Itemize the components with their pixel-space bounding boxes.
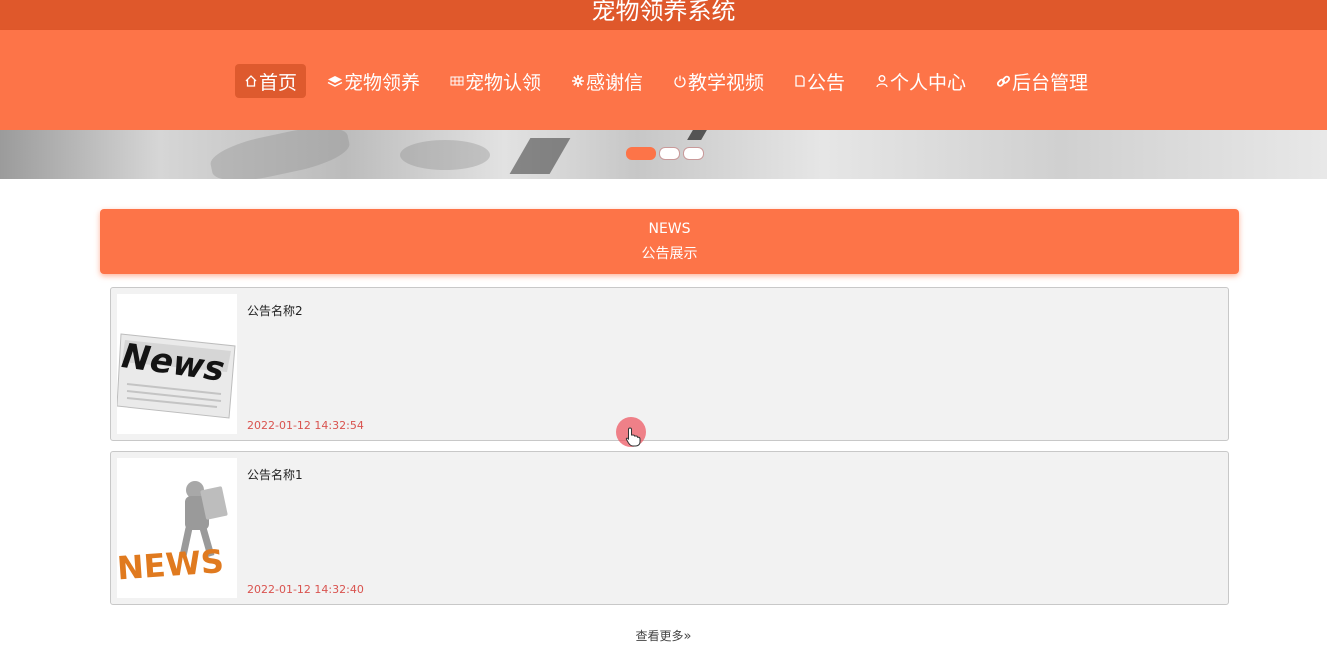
banner-image-part — [687, 130, 707, 140]
nav-label: 后台管理 — [1012, 71, 1089, 94]
nav-item-admin[interactable]: 后台管理 — [987, 64, 1097, 98]
nav-label: 感谢信 — [585, 71, 643, 94]
nav-label: 个人中心 — [890, 71, 967, 94]
carousel-dot-2[interactable] — [659, 147, 680, 160]
notice-item[interactable]: NEWS 公告名称1 2022-01-12 14:32:40 — [110, 451, 1229, 605]
news-heading-en: NEWS — [648, 221, 691, 237]
nav-item-profile[interactable]: 个人中心 — [866, 64, 975, 98]
nav-list: 首页 宠物领养 宠物认领 感谢信 教学视频 公告 个人中心 后台管理 — [0, 63, 1327, 99]
notice-time: 2022-01-12 14:32:54 — [247, 419, 364, 432]
nav-item-claim[interactable]: 宠物认领 — [441, 64, 550, 98]
news-figure-icon: NEWS — [117, 458, 237, 598]
title-bar: 宠物领养系统 — [0, 0, 1327, 30]
svg-text:NEWS: NEWS — [117, 542, 225, 587]
link-icon — [996, 74, 1011, 89]
banner-image-part — [400, 140, 490, 170]
file-icon — [794, 74, 806, 88]
notice-title: 公告名称1 — [247, 468, 303, 482]
notice-time: 2022-01-12 14:32:40 — [247, 583, 364, 596]
view-more-label: 查看更多 — [635, 629, 684, 643]
carousel-indicators — [626, 147, 707, 160]
nav-bar: 首页 宠物领养 宠物认领 感谢信 教学视频 公告 个人中心 后台管理 — [0, 30, 1327, 130]
nav-label: 公告 — [807, 71, 846, 94]
carousel-dot-1[interactable] — [626, 147, 656, 160]
power-icon — [673, 74, 687, 88]
banner-image-part — [207, 130, 353, 179]
nav-item-thanks[interactable]: 感谢信 — [562, 64, 652, 98]
nav-label: 教学视频 — [688, 71, 765, 94]
nav-label: 宠物认领 — [464, 71, 541, 94]
pointer-cursor-icon — [616, 417, 646, 447]
news-section-header: NEWS 公告展示 — [100, 209, 1239, 274]
grid-icon — [450, 75, 464, 87]
notice-item[interactable]: News 公告名称2 2022-01-12 14:32:54 — [110, 287, 1229, 441]
banner-carousel — [0, 130, 1327, 179]
user-icon — [875, 74, 889, 88]
nav-label: 首页 — [258, 71, 297, 94]
view-more-link[interactable]: 查看更多» — [0, 627, 1327, 644]
nav-label: 宠物领养 — [343, 71, 420, 94]
newspaper-icon: News — [117, 294, 237, 434]
notice-title: 公告名称2 — [247, 304, 303, 318]
news-heading-cn: 公告展示 — [641, 246, 698, 262]
banner-image-part — [509, 138, 571, 174]
gear-icon — [571, 74, 585, 88]
carousel-dot-3[interactable] — [683, 147, 704, 160]
app-title: 宠物领养系统 — [591, 0, 736, 25]
nav-item-notice[interactable]: 公告 — [785, 64, 854, 98]
double-chevron-right-icon: » — [683, 629, 692, 644]
layers-icon — [327, 74, 343, 88]
nav-item-home[interactable]: 首页 — [234, 64, 306, 98]
nav-item-adopt[interactable]: 宠物领养 — [318, 64, 429, 98]
nav-item-video[interactable]: 教学视频 — [664, 64, 773, 98]
home-icon — [244, 74, 258, 88]
